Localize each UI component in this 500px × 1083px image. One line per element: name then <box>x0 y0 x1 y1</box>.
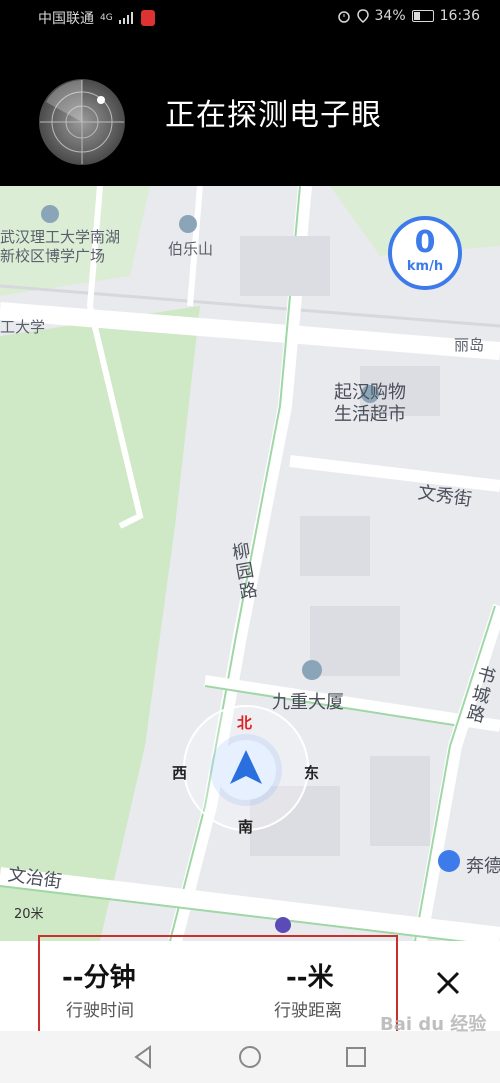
clock: 16:36 <box>439 8 480 24</box>
back-icon[interactable] <box>128 1041 160 1073</box>
home-icon[interactable] <box>234 1041 266 1073</box>
compass-east: 东 <box>304 764 320 782</box>
speedometer: 0 km/h <box>388 216 462 290</box>
map-scale: 20米 <box>14 907 44 922</box>
signal-icon <box>118 12 133 24</box>
status-bar: 中国联通 4G 34% 16:36 <box>0 0 500 34</box>
speed-value: 0 <box>414 225 436 260</box>
poi-hill[interactable]: 伯乐山 <box>168 238 213 259</box>
battery-icon <box>411 10 434 22</box>
compass-north: 北 <box>237 714 253 732</box>
detection-title: 正在探测电子眼 <box>165 98 382 133</box>
speed-unit: km/h <box>406 259 444 274</box>
battery-percent: 34% <box>374 8 406 24</box>
carrier-label: 中国联通 <box>38 11 94 27</box>
trip-distance-label: 行驶距离 <box>274 1001 342 1021</box>
poi-university[interactable]: 工大学 <box>0 316 45 337</box>
radar-icon <box>39 79 125 165</box>
location-compass: 北 西 东 南 <box>172 698 320 838</box>
mic-icon <box>140 10 155 26</box>
poi-mall[interactable]: 起汉购物 生活超市 <box>334 382 406 426</box>
map-view[interactable]: 武汉理工大学南湖 新校区博学广场 伯乐山 工大学 丽岛 起汉购物 生活超市 文秀… <box>0 186 500 941</box>
system-nav-bar <box>0 1031 500 1083</box>
poi-lidao[interactable]: 丽岛 <box>454 334 484 355</box>
network-label: 4G <box>100 13 113 23</box>
recents-icon[interactable] <box>340 1041 372 1073</box>
trip-time-value: --分钟 <box>62 963 136 993</box>
poi-school-campus[interactable]: 武汉理工大学南湖 新校区博学广场 <box>0 228 120 266</box>
trip-distance-value: --米 <box>286 963 334 993</box>
compass-west: 西 <box>172 764 188 782</box>
poi-benchi[interactable]: 奔德 <box>466 852 500 878</box>
battery-fill <box>413 12 421 20</box>
watermark: Bai du 经验 <box>380 1014 487 1035</box>
close-icon[interactable] <box>428 963 468 1003</box>
location-icon <box>356 9 369 23</box>
trip-time-label: 行驶时间 <box>66 1001 134 1021</box>
alarm-icon <box>337 11 350 23</box>
compass-south: 南 <box>238 818 254 836</box>
detection-header: 正在探测电子眼 <box>0 34 500 186</box>
